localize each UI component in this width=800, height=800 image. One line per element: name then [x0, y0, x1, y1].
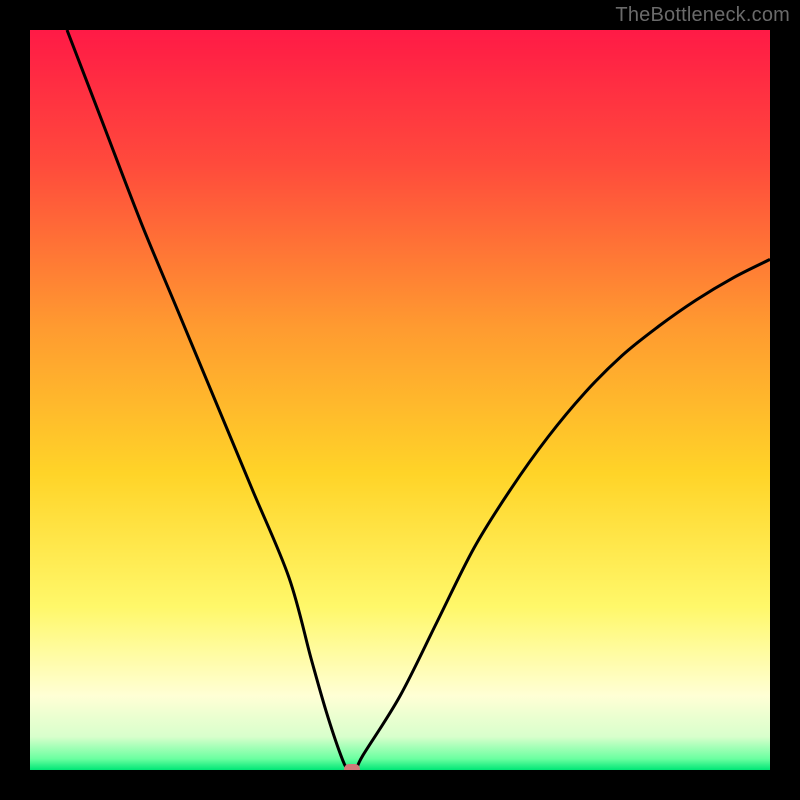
bottleneck-chart-svg: [30, 30, 770, 770]
chart-frame: TheBottleneck.com: [0, 0, 800, 800]
minimum-marker: [344, 764, 360, 770]
attribution-label: TheBottleneck.com: [615, 4, 790, 27]
gradient-rect: [30, 30, 770, 770]
plot-area: [30, 30, 770, 770]
